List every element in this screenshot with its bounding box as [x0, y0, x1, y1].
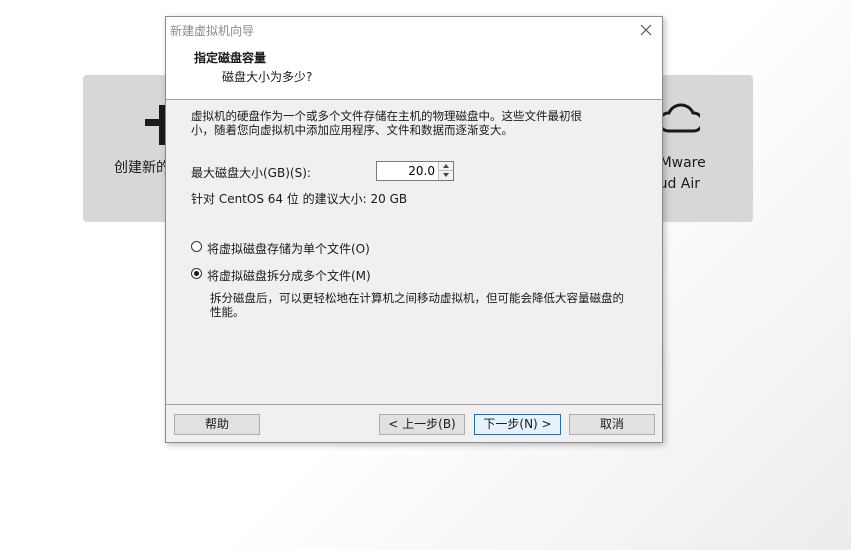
split-description: 拆分磁盘后，可以更轻松地在计算机之间移动虚拟机，但可能会降低大容量磁盘的 性能。	[210, 291, 624, 319]
spin-up-button[interactable]	[438, 162, 453, 171]
max-disk-size-input[interactable]	[379, 163, 435, 179]
cancel-button[interactable]: 取消	[569, 414, 655, 435]
page-title: 指定磁盘容量	[194, 51, 267, 65]
close-icon[interactable]	[636, 20, 656, 40]
store-single-file-radio[interactable]	[191, 241, 202, 252]
vmware-cloud-air-card[interactable]: VMware oud Air	[650, 75, 753, 222]
disk-description: 虚拟机的硬盘作为一个或多个文件存储在主机的物理磁盘中。这些文件最初很 小，随着您…	[191, 109, 582, 137]
recommended-size-text: 针对 CentOS 64 位 的建议大小: 20 GB	[191, 192, 408, 206]
max-disk-size-label: 最大磁盘大小(GB)(S):	[191, 166, 311, 180]
title-bar[interactable]: 新建虚拟机向导	[166, 17, 662, 43]
new-vm-wizard-dialog: 新建虚拟机向导 指定磁盘容量 磁盘大小为多少? 虚拟机的硬盘作为一个或多个文件存…	[165, 16, 663, 443]
page-subtitle: 磁盘大小为多少?	[222, 70, 313, 84]
chevron-down-icon	[443, 173, 449, 177]
max-disk-size-stepper[interactable]	[376, 161, 454, 181]
dialog-title: 新建虚拟机向导	[170, 24, 255, 38]
next-button[interactable]: 下一步(N) >	[474, 414, 561, 435]
chevron-up-icon	[443, 164, 449, 168]
footer-divider	[166, 404, 662, 405]
help-button[interactable]: 帮助	[174, 414, 260, 435]
split-multiple-files-radio[interactable]	[191, 268, 202, 279]
spin-down-button[interactable]	[438, 171, 453, 180]
create-vm-label: 创建新的	[114, 160, 170, 176]
store-single-file-label[interactable]: 将虚拟磁盘存储为单个文件(O)	[207, 240, 370, 257]
back-button[interactable]: < 上一步(B)	[379, 414, 465, 435]
split-multiple-files-label[interactable]: 将虚拟磁盘拆分成多个文件(M)	[207, 267, 371, 284]
cloud-icon	[660, 103, 700, 133]
wizard-header: 指定磁盘容量 磁盘大小为多少?	[166, 43, 662, 100]
